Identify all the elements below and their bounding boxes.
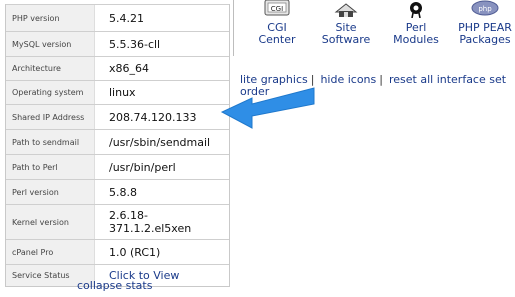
cgi-center-link[interactable]: CGI CGI Center [242,0,312,46]
stat-value: 1.0 (RC1) [109,245,161,259]
php-icon-badge: php [478,5,492,13]
stat-key: Path to sendmail [6,130,95,154]
stat-row-perl-version: Perl version 5.8.8 [6,179,229,204]
stat-key: PHP version [6,5,95,31]
stat-row-cpanel-pro: cPanel Pro 1.0 (RC1) [6,239,229,264]
collapse-stats-link[interactable]: collapse stats [77,279,152,292]
cgi-icon-badge: CGI [271,5,283,13]
stat-value: 5.4.21 [109,11,144,25]
stat-key: Shared IP Address [6,105,95,129]
stat-value: 208.74.120.133 [109,110,197,124]
column-divider [233,0,234,56]
stat-row-kernel-version: Kernel version 2.6.18- 371.1.2.el5xen [6,204,229,239]
perl-modules-link[interactable]: Perl Modules [381,0,451,46]
site-software-link[interactable]: Site Software [311,0,381,46]
stat-row-php-version: PHP version 5.4.21 [6,4,229,31]
cgi-icon: CGI [264,0,290,16]
separator: | [379,73,383,86]
stat-value: /usr/sbin/sendmail [109,135,211,149]
perl-modules-label-line2: Modules [393,33,439,46]
stat-value: 5.5.36-cll [109,37,161,51]
cgi-center-label-line2: Center [258,33,296,46]
stat-value: /usr/bin/perl [109,160,176,174]
perl-icon [410,2,422,18]
stat-value: 5.8.8 [109,185,137,199]
stat-value: 2.6.18- 371.1.2.el5xen [109,209,192,235]
server-stats-panel: PHP version 5.4.21 MySQL version 5.5.36-… [5,4,230,287]
stat-key: Kernel version [6,205,95,239]
stat-row-mysql-version: MySQL version 5.5.36-cll [6,31,229,56]
stat-row-path-to-sendmail: Path to sendmail /usr/sbin/sendmail [6,129,229,154]
stat-row-shared-ip: Shared IP Address 208.74.120.133 [6,104,229,129]
php-pear-label-line2: Packages [459,33,511,46]
stat-key: Architecture [6,57,95,80]
php-icon: php [471,0,499,16]
stat-key: Operating system [6,81,95,104]
stat-key: MySQL version [6,32,95,56]
stat-key: Perl version [6,180,95,204]
stat-row-operating-system: Operating system linux [6,80,229,104]
php-pear-packages-link[interactable]: php PHP PEAR Packages [450,0,515,46]
site-software-icon [334,3,358,17]
annotation-arrow-icon [220,87,315,129]
stat-row-architecture: Architecture x86_64 [6,56,229,80]
stat-value: linux [109,86,136,99]
stat-row-path-to-perl: Path to Perl /usr/bin/perl [6,154,229,179]
site-software-label-line2: Software [321,33,371,46]
reset-interface-link[interactable]: reset all interface set [389,73,506,86]
stat-key: cPanel Pro [6,240,95,264]
stat-value: x86_64 [109,62,150,75]
hide-icons-link[interactable]: hide icons [320,73,376,86]
stat-key: Path to Perl [6,155,95,179]
